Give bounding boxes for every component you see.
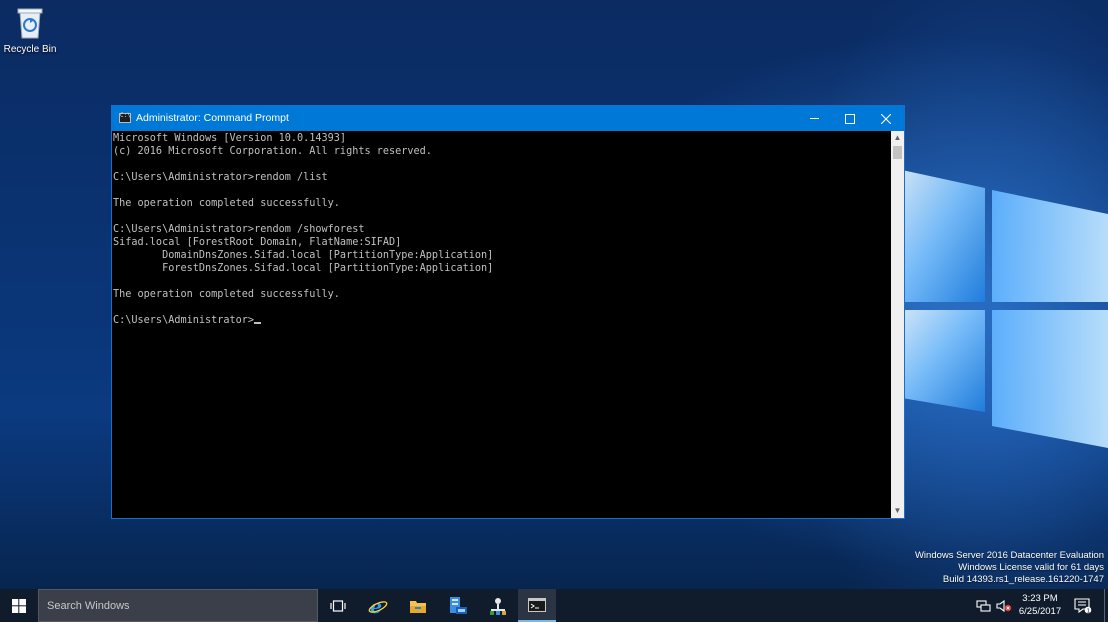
windows-logo-wallpaper (902, 170, 1108, 448)
server-manager-button[interactable] (440, 589, 476, 622)
console-line: The operation completed successfully. (113, 198, 340, 209)
maximize-icon (845, 113, 855, 124)
clock-time: 3:23 PM (1022, 593, 1058, 604)
console-line: ForestDnsZones.Sifad.local [PartitionTyp… (162, 263, 494, 274)
minimize-icon (809, 118, 819, 119)
internet-explorer-button[interactable]: e (360, 589, 396, 622)
task-view-button[interactable] (320, 589, 356, 622)
recycle-bin-label: Recycle Bin (3, 44, 57, 55)
scroll-thumb[interactable] (893, 146, 902, 159)
maximize-button[interactable] (832, 106, 868, 131)
windows-watermark: Windows Server 2016 Datacenter Evaluatio… (915, 550, 1104, 586)
close-icon (881, 113, 891, 124)
internet-explorer-icon: e (368, 596, 388, 616)
console-line: C:\Users\Administrator>rendom /list (113, 172, 328, 183)
text-cursor (254, 322, 262, 324)
watermark-build: Build 14393.rs1_release.161220-1747 (942, 574, 1104, 585)
network-admin-icon (490, 597, 506, 615)
server-manager-icon (450, 596, 467, 614)
console-lines: Microsoft Windows [Version 10.0.14393] (… (113, 133, 493, 300)
scroll-up-button[interactable]: ▲ (891, 131, 904, 145)
scroll-down-button[interactable]: ▼ (891, 504, 904, 518)
taskbar: Search Windows e 3:23 PM 6/25/2017 1 (0, 589, 1108, 622)
notification-icon: 1 (1074, 597, 1092, 614)
network-tray-button[interactable] (974, 589, 994, 622)
start-button[interactable] (0, 589, 38, 622)
file-explorer-button[interactable] (400, 589, 436, 622)
command-prompt-window[interactable]: Administrator: Command Prompt Microsoft … (111, 105, 905, 519)
vertical-scrollbar[interactable]: ▲ ▼ (891, 131, 904, 518)
recycle-bin-icon (17, 8, 43, 39)
desktop: Recycle Bin Windows Server 2016 Datacent… (0, 0, 1108, 589)
volume-tray-button[interactable] (994, 589, 1014, 622)
window-titlebar[interactable]: Administrator: Command Prompt (112, 106, 904, 131)
command-prompt-icon[interactable] (119, 112, 131, 123)
network-icon (976, 599, 991, 612)
console-line: Sifad.local [ForestRoot Domain, FlatName… (113, 237, 402, 248)
window-title: Administrator: Command Prompt (136, 112, 289, 124)
action-center-button[interactable]: 1 (1072, 589, 1094, 622)
console-line: (c) 2016 Microsoft Corporation. All righ… (113, 146, 432, 157)
watermark-license: Windows License valid for 61 days (958, 562, 1104, 573)
console-line: The operation completed successfully. (113, 289, 340, 300)
task-view-icon (330, 599, 346, 612)
show-desktop-button[interactable] (1104, 589, 1108, 622)
command-prompt-icon (528, 597, 546, 612)
minimize-button[interactable] (796, 106, 832, 131)
recycle-bin-shortcut[interactable]: Recycle Bin (2, 6, 58, 55)
network-admin-button[interactable] (480, 589, 516, 622)
console-line: C:\Users\Administrator>rendom /showfores… (113, 224, 365, 235)
taskbar-clock[interactable]: 3:23 PM 6/25/2017 (1016, 592, 1064, 618)
search-input[interactable]: Search Windows (38, 589, 318, 622)
console-output[interactable]: Microsoft Windows [Version 10.0.14393] (… (113, 132, 891, 518)
console-line: DomainDnsZones.Sifad.local [PartitionTyp… (162, 250, 494, 261)
file-explorer-icon (410, 600, 426, 613)
windows-start-icon (12, 598, 26, 613)
close-button[interactable] (868, 106, 904, 131)
watermark-edition: Windows Server 2016 Datacenter Evaluatio… (914, 550, 1104, 561)
console-line: Microsoft Windows [Version 10.0.14393] (113, 133, 347, 144)
volume-muted-icon (996, 599, 1012, 612)
search-placeholder: Search Windows (47, 600, 130, 612)
clock-date: 6/25/2017 (1018, 606, 1062, 617)
command-prompt-taskbar-button[interactable] (518, 589, 556, 622)
command-prompt-line: C:\Users\Administrator> (113, 315, 255, 326)
svg-text:1: 1 (1087, 608, 1091, 614)
